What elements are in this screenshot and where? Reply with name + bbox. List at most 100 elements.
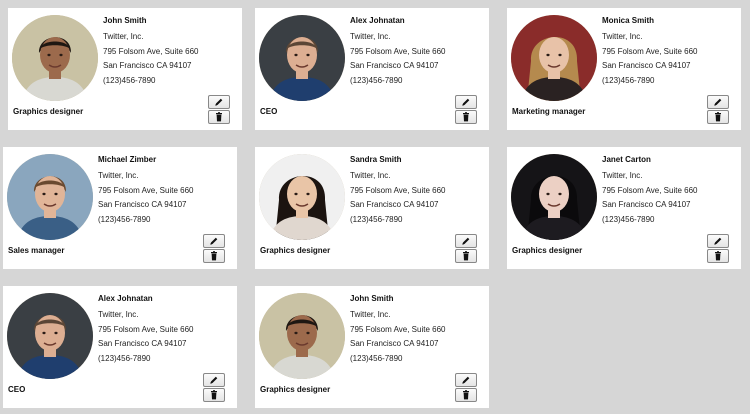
contact-card: Monica Smith Twitter, Inc. 795 Folsom Av…: [507, 8, 741, 130]
contact-photo: [511, 15, 597, 101]
pencil-icon: [461, 375, 471, 385]
card-actions: [203, 373, 225, 402]
contact-photo: [259, 154, 345, 240]
contact-phone: (123)456-7890: [602, 75, 655, 85]
contact-photo: [12, 15, 98, 101]
trash-icon: [713, 251, 723, 261]
edit-button[interactable]: [455, 234, 477, 248]
trash-icon: [209, 390, 219, 400]
contact-role: Sales manager: [8, 246, 65, 255]
pencil-icon: [461, 236, 471, 246]
contact-photo: [7, 154, 93, 240]
pencil-icon: [713, 97, 723, 107]
contact-photo: [7, 293, 93, 379]
delete-button[interactable]: [707, 110, 729, 124]
contact-name: Michael Zimber: [98, 155, 157, 164]
delete-button[interactable]: [455, 388, 477, 402]
contact-name: Alex Johnatan: [98, 294, 153, 303]
contact-company: Twitter, Inc.: [602, 171, 643, 180]
delete-button[interactable]: [707, 249, 729, 263]
edit-button[interactable]: [455, 373, 477, 387]
pencil-icon: [713, 236, 723, 246]
contact-company: Twitter, Inc.: [98, 310, 139, 319]
contact-role: CEO: [8, 385, 26, 394]
trash-icon: [713, 112, 723, 122]
contact-info: Alex Johnatan Twitter, Inc. 795 Folsom A…: [98, 293, 232, 366]
trash-icon: [461, 390, 471, 400]
contact-address: 795 Folsom Ave, Suite 660: [98, 324, 194, 334]
contact-address: 795 Folsom Ave, Suite 660: [98, 185, 194, 195]
pencil-icon: [461, 97, 471, 107]
card-actions: [203, 234, 225, 263]
contact-card: Alex Johnatan Twitter, Inc. 795 Folsom A…: [3, 286, 237, 408]
contact-address: 795 Folsom Ave, Suite 660: [350, 46, 446, 56]
contact-info: Alex Johnatan Twitter, Inc. 795 Folsom A…: [350, 15, 484, 88]
pencil-icon: [214, 97, 224, 107]
delete-button[interactable]: [203, 388, 225, 402]
contact-address: 795 Folsom Ave, Suite 660: [350, 185, 446, 195]
contact-city: San Francisco CA 94107: [350, 61, 439, 70]
contact-city: San Francisco CA 94107: [98, 339, 187, 348]
contact-company: Twitter, Inc.: [602, 32, 643, 41]
contact-company: Twitter, Inc.: [350, 32, 391, 41]
contact-card: Sandra Smith Twitter, Inc. 795 Folsom Av…: [255, 147, 489, 269]
trash-icon: [214, 112, 224, 122]
contact-phone: (123)456-7890: [602, 214, 655, 224]
contact-company: Twitter, Inc.: [103, 32, 144, 41]
card-actions: [455, 373, 477, 402]
edit-button[interactable]: [455, 95, 477, 109]
edit-button[interactable]: [707, 95, 729, 109]
delete-button[interactable]: [208, 110, 230, 124]
contact-card: John Smith Twitter, Inc. 795 Folsom Ave,…: [8, 8, 242, 130]
contact-card: John Smith Twitter, Inc. 795 Folsom Ave,…: [255, 286, 489, 408]
edit-button[interactable]: [203, 234, 225, 248]
contact-address: 795 Folsom Ave, Suite 660: [602, 185, 698, 195]
trash-icon: [461, 251, 471, 261]
contact-role: Graphics designer: [512, 246, 583, 255]
contact-info: Janet Carton Twitter, Inc. 795 Folsom Av…: [602, 154, 736, 227]
card-actions: [707, 95, 729, 124]
edit-button[interactable]: [208, 95, 230, 109]
trash-icon: [209, 251, 219, 261]
contact-info: John Smith Twitter, Inc. 795 Folsom Ave,…: [103, 15, 237, 88]
contact-city: San Francisco CA 94107: [602, 200, 691, 209]
contact-company: Twitter, Inc.: [98, 171, 139, 180]
contact-photo: [259, 293, 345, 379]
contact-card: Janet Carton Twitter, Inc. 795 Folsom Av…: [507, 147, 741, 269]
contact-address: 795 Folsom Ave, Suite 660: [103, 46, 199, 56]
contact-name: Sandra Smith: [350, 155, 402, 164]
contact-role: Graphics designer: [260, 385, 331, 394]
contact-phone: (123)456-7890: [350, 353, 403, 363]
contact-role: Graphics designer: [260, 246, 331, 255]
pencil-icon: [209, 236, 219, 246]
contact-phone: (123)456-7890: [103, 75, 156, 85]
edit-button[interactable]: [203, 373, 225, 387]
contact-info: Michael Zimber Twitter, Inc. 795 Folsom …: [98, 154, 232, 227]
contact-city: San Francisco CA 94107: [602, 61, 691, 70]
contact-name: Alex Johnatan: [350, 16, 405, 25]
contact-city: San Francisco CA 94107: [350, 200, 439, 209]
contact-role: CEO: [260, 107, 278, 116]
contact-address: 795 Folsom Ave, Suite 660: [350, 324, 446, 334]
contact-city: San Francisco CA 94107: [98, 200, 187, 209]
delete-button[interactable]: [455, 249, 477, 263]
contact-info: John Smith Twitter, Inc. 795 Folsom Ave,…: [350, 293, 484, 366]
contact-name: Monica Smith: [602, 16, 655, 25]
pencil-icon: [209, 375, 219, 385]
delete-button[interactable]: [455, 110, 477, 124]
contact-info: Sandra Smith Twitter, Inc. 795 Folsom Av…: [350, 154, 484, 227]
delete-button[interactable]: [203, 249, 225, 263]
contact-info: Monica Smith Twitter, Inc. 795 Folsom Av…: [602, 15, 736, 88]
contact-role: Graphics designer: [13, 107, 84, 116]
edit-button[interactable]: [707, 234, 729, 248]
contact-card: Alex Johnatan Twitter, Inc. 795 Folsom A…: [255, 8, 489, 130]
contact-phone: (123)456-7890: [98, 353, 151, 363]
contact-phone: (123)456-7890: [350, 75, 403, 85]
contact-name: Janet Carton: [602, 155, 651, 164]
trash-icon: [461, 112, 471, 122]
contact-name: John Smith: [350, 294, 394, 303]
contact-city: San Francisco CA 94107: [350, 339, 439, 348]
card-actions: [208, 95, 230, 124]
contact-city: San Francisco CA 94107: [103, 61, 192, 70]
contact-phone: (123)456-7890: [350, 214, 403, 224]
